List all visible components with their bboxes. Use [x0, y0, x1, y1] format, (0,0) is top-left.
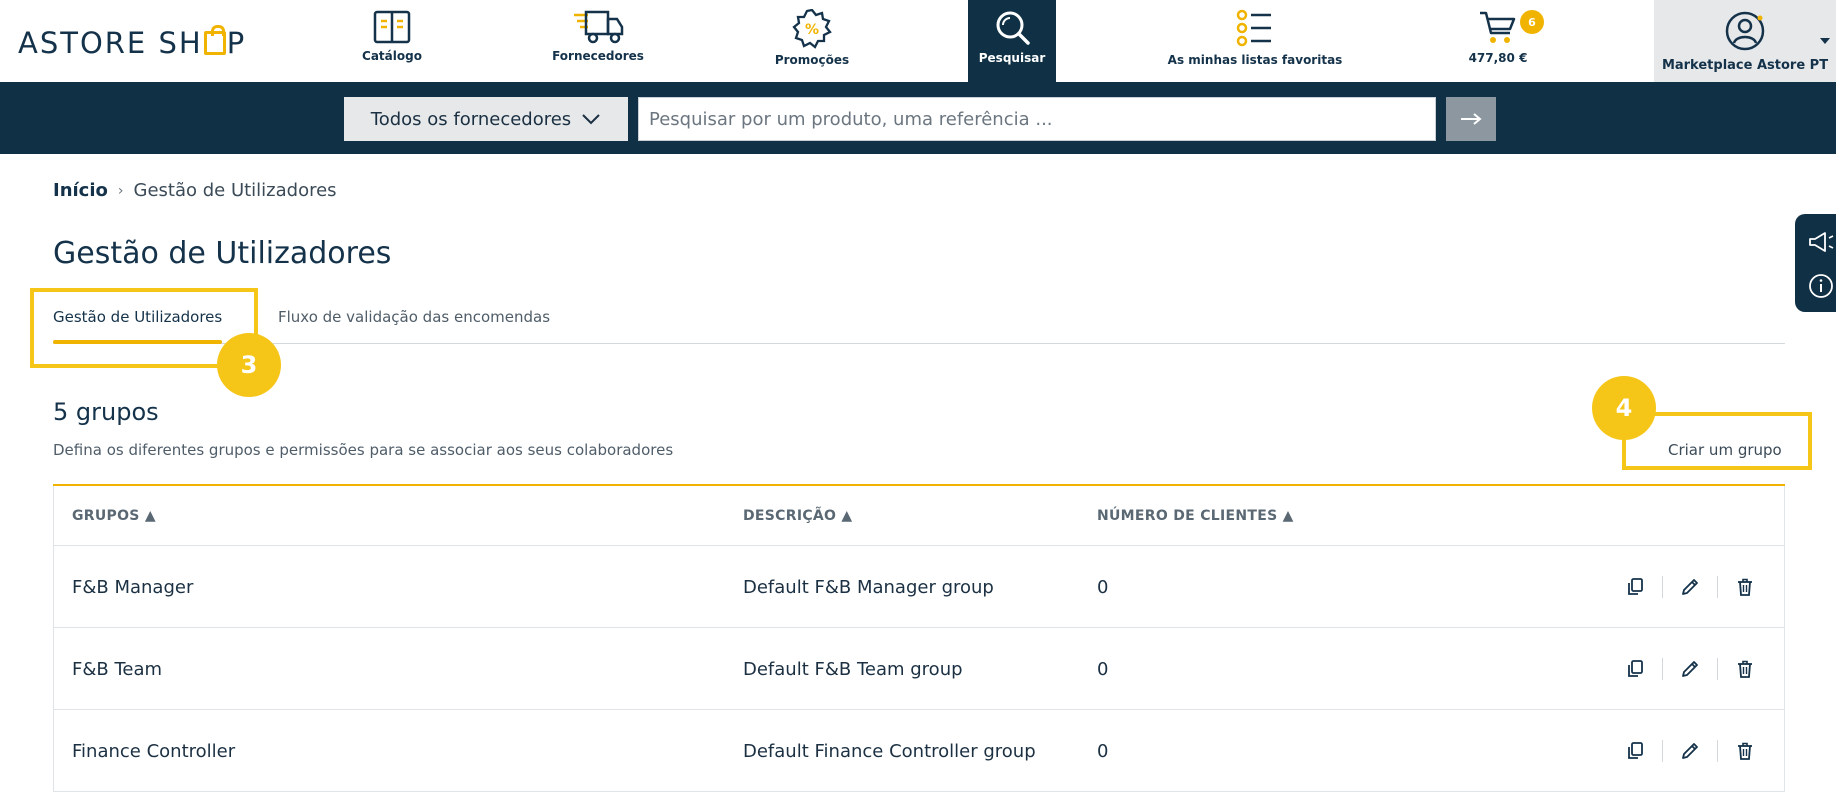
- nav-favorite-lists[interactable]: As minhas listas favoritas: [1167, 0, 1343, 82]
- nav-label: Catálogo: [362, 49, 422, 63]
- nav-promotions[interactable]: % Promoções: [762, 0, 862, 82]
- group-description: Default F&B Manager group: [743, 577, 994, 598]
- search-input[interactable]: [638, 97, 1436, 141]
- cart-count-badge: 6: [1520, 10, 1544, 34]
- shopping-bag-icon: [203, 25, 226, 55]
- logo-text-end: P: [226, 26, 247, 60]
- table-row: Finance Controller Default Finance Contr…: [53, 710, 1785, 792]
- supplier-select[interactable]: Todos os fornecedores: [344, 97, 628, 141]
- logo-text: ASTORE SH: [18, 26, 203, 60]
- edit-pencil-icon[interactable]: [1677, 738, 1703, 764]
- edit-pencil-icon[interactable]: [1677, 656, 1703, 682]
- top-header: ASTORE SH P Catálogo Fornecedores % Prom…: [0, 0, 1836, 82]
- side-widget: [1795, 214, 1836, 312]
- row-actions: [1622, 656, 1758, 682]
- groups-description: Defina os diferentes grupos e permissões…: [53, 441, 674, 459]
- row-actions: [1622, 574, 1758, 600]
- search-submit-button[interactable]: [1446, 97, 1496, 141]
- column-header-groups[interactable]: GRUPOS ▲: [72, 508, 156, 524]
- info-icon[interactable]: [1805, 270, 1836, 302]
- chevron-right-icon: ›: [117, 182, 124, 199]
- duplicate-icon[interactable]: [1622, 656, 1648, 682]
- edit-pencil-icon[interactable]: [1677, 574, 1703, 600]
- group-name: F&B Manager: [72, 577, 194, 598]
- tab-order-validation-flow[interactable]: Fluxo de validação das encomendas: [278, 308, 550, 326]
- divider: [1717, 740, 1718, 762]
- duplicate-icon[interactable]: [1622, 574, 1648, 600]
- trash-icon[interactable]: [1732, 656, 1758, 682]
- astore-shop-logo[interactable]: ASTORE SH P: [18, 25, 247, 60]
- search-bar: Todos os fornecedores: [0, 82, 1836, 154]
- groups-table: GRUPOS ▲ DESCRIÇÃO ▲ NÚMERO DE CLIENTES …: [53, 484, 1785, 792]
- divider: [1717, 658, 1718, 680]
- group-description: Default Finance Controller group: [743, 741, 1036, 762]
- trash-icon[interactable]: [1732, 574, 1758, 600]
- cart-icon: [1480, 11, 1516, 43]
- group-name: F&B Team: [72, 659, 163, 680]
- account-menu[interactable]: Marketplace Astore PT: [1654, 0, 1836, 82]
- account-label: Marketplace Astore PT: [1661, 58, 1829, 73]
- duplicate-icon[interactable]: [1622, 738, 1648, 764]
- row-actions: [1622, 738, 1758, 764]
- nav-label: Pesquisar: [978, 51, 1046, 65]
- group-client-count: 0: [1097, 659, 1109, 680]
- nav-search[interactable]: Pesquisar: [968, 0, 1056, 82]
- column-header-client-count[interactable]: NÚMERO DE CLIENTES ▲: [1097, 508, 1294, 524]
- group-name: Finance Controller: [72, 741, 236, 762]
- breadcrumb-current: Gestão de Utilizadores: [133, 180, 337, 201]
- divider: [1662, 658, 1663, 680]
- column-header-description[interactable]: DESCRIÇÃO ▲: [743, 508, 852, 524]
- table-row: F&B Team Default F&B Team group 0: [53, 628, 1785, 710]
- nav-label: As minhas listas favoritas: [1167, 53, 1343, 67]
- divider: [1717, 576, 1718, 598]
- divider: [1662, 576, 1663, 598]
- nav-label: Promoções: [774, 53, 850, 67]
- megaphone-icon[interactable]: [1805, 226, 1836, 258]
- nav-label: Fornecedores: [552, 49, 644, 63]
- table-row: F&B Manager Default F&B Manager group 0: [53, 546, 1785, 628]
- group-client-count: 0: [1097, 741, 1109, 762]
- chevron-down-icon: [1820, 38, 1830, 44]
- divider: [1662, 740, 1663, 762]
- cart-total: 477,80 €: [1468, 51, 1528, 65]
- supplier-select-label: Todos os fornecedores: [370, 108, 572, 130]
- page-title: Gestão de Utilizadores: [53, 236, 392, 271]
- chevron-down-icon: [582, 114, 600, 125]
- groups-count-title: 5 grupos: [53, 398, 159, 426]
- svg-text:%: %: [805, 22, 819, 38]
- catalog-icon: [373, 10, 411, 44]
- group-client-count: 0: [1097, 577, 1109, 598]
- user-icon: [1725, 11, 1765, 51]
- tab-bar: Gestão de Utilizadores Fluxo de validaçã…: [53, 300, 1785, 344]
- table-header: GRUPOS ▲ DESCRIÇÃO ▲ NÚMERO DE CLIENTES …: [53, 486, 1785, 546]
- list-icon: [1236, 9, 1271, 47]
- search-icon: [996, 11, 1030, 45]
- step-badge-4: 4: [1592, 376, 1656, 440]
- nav-catalog[interactable]: Catálogo: [352, 0, 432, 82]
- trash-icon[interactable]: [1732, 738, 1758, 764]
- breadcrumb: Início › Gestão de Utilizadores: [53, 180, 337, 201]
- arrow-right-icon: [1461, 113, 1482, 125]
- step-badge-3: 3: [217, 333, 281, 397]
- truck-icon: [574, 10, 624, 44]
- nav-suppliers[interactable]: Fornecedores: [548, 0, 648, 82]
- promo-icon: %: [792, 9, 832, 49]
- breadcrumb-home-link[interactable]: Início: [53, 180, 108, 201]
- nav-cart[interactable]: 6 477,80 €: [1458, 0, 1544, 82]
- group-description: Default F&B Team group: [743, 659, 963, 680]
